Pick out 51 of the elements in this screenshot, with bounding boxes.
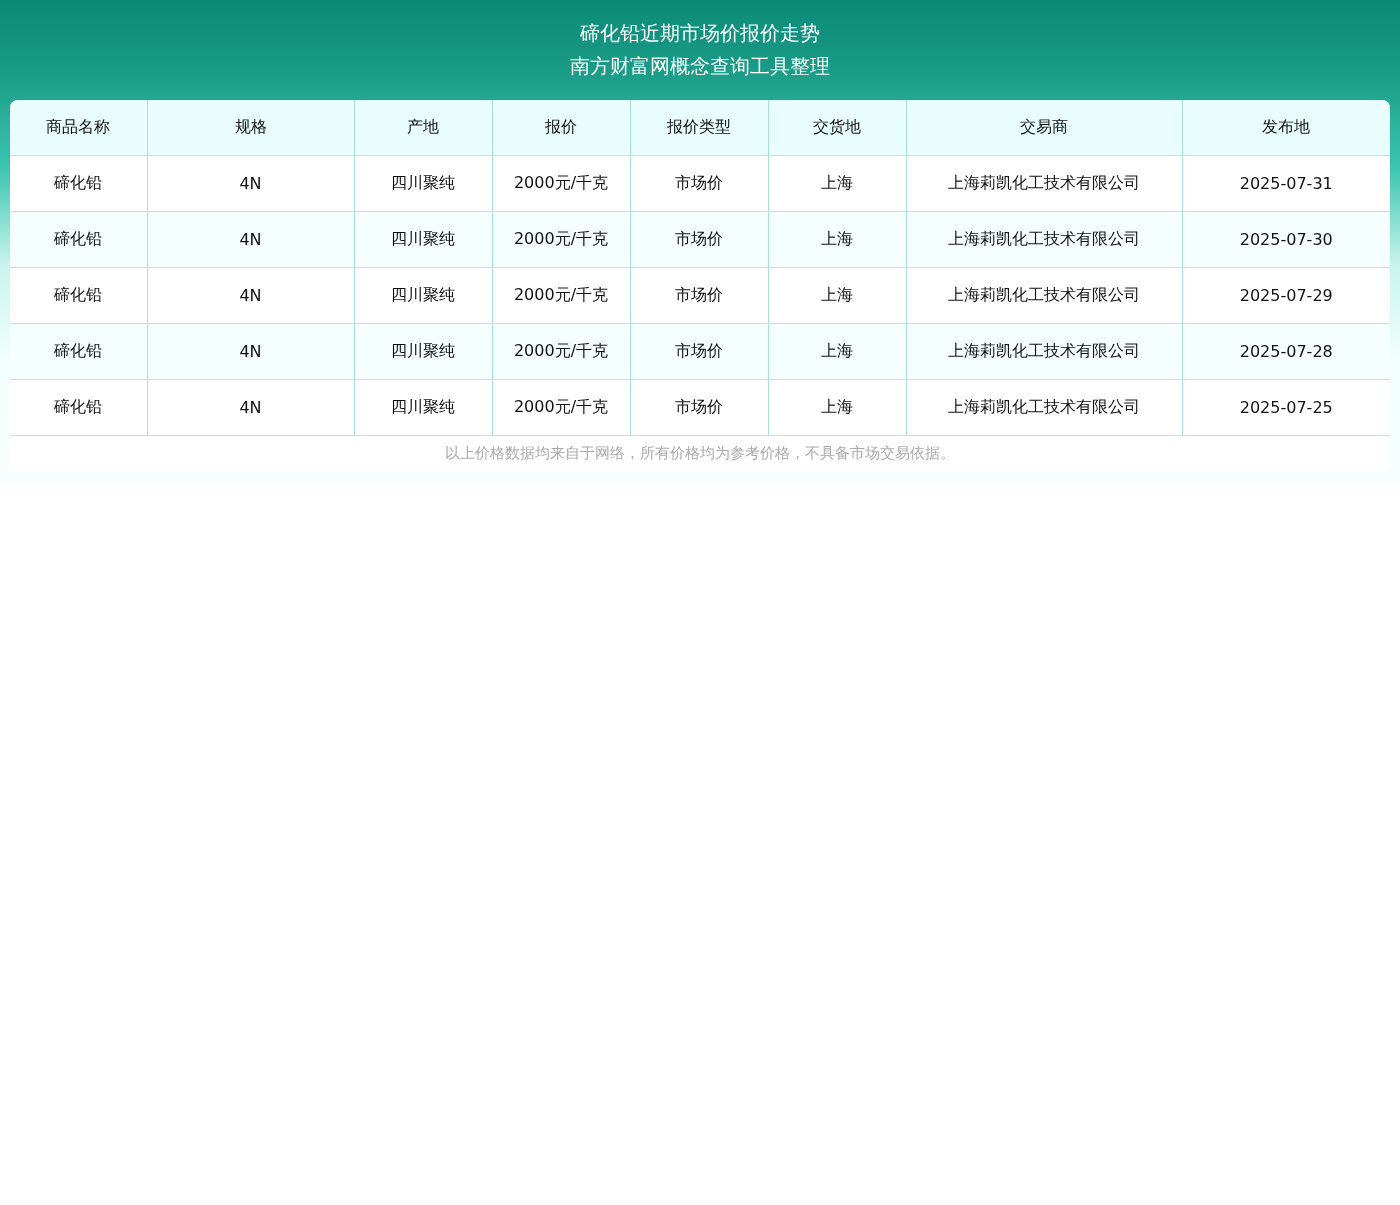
table-cell: 上海 — [768, 323, 906, 380]
table-cell: 上海 — [768, 211, 906, 268]
table-cell: 2000元/千克 — [492, 267, 630, 324]
table-cell: 碲化铅 — [10, 155, 147, 212]
table-cell: 2000元/千克 — [492, 323, 630, 380]
table-cell: 四川聚纯 — [354, 267, 492, 324]
table-cell: 上海 — [768, 267, 906, 324]
table-cell: 2025-07-29 — [1182, 267, 1390, 324]
column-header: 发布地 — [1182, 100, 1390, 156]
page-subtitle: 南方财富网概念查询工具整理 — [570, 53, 830, 80]
column-header: 报价类型 — [630, 100, 768, 156]
table-cell: 4N — [147, 267, 354, 324]
table-cell: 2000元/千克 — [492, 155, 630, 212]
column-header: 商品名称 — [10, 100, 147, 156]
table-cell: 4N — [147, 379, 354, 436]
table-cell: 2025-07-30 — [1182, 211, 1390, 268]
column-header: 报价 — [492, 100, 630, 156]
table-cell: 碲化铅 — [10, 211, 147, 268]
column-header: 交易商 — [906, 100, 1182, 156]
table-cell: 市场价 — [630, 379, 768, 436]
table-cell: 碲化铅 — [10, 323, 147, 380]
table-cell: 上海莉凯化工技术有限公司 — [906, 211, 1182, 268]
table-cell: 上海莉凯化工技术有限公司 — [906, 323, 1182, 380]
table-cell: 碲化铅 — [10, 379, 147, 436]
table-cell: 2000元/千克 — [492, 379, 630, 436]
table-cell: 上海莉凯化工技术有限公司 — [906, 379, 1182, 436]
table-cell: 市场价 — [630, 155, 768, 212]
page-title: 碲化铅近期市场价报价走势 — [580, 20, 820, 47]
table-cell: 四川聚纯 — [354, 323, 492, 380]
table-cell: 2000元/千克 — [492, 211, 630, 268]
table-cell: 市场价 — [630, 211, 768, 268]
table-cell: 上海莉凯化工技术有限公司 — [906, 155, 1182, 212]
table-cell: 4N — [147, 155, 354, 212]
table-cell: 上海 — [768, 379, 906, 436]
table-cell: 4N — [147, 323, 354, 380]
table-cell: 上海 — [768, 155, 906, 212]
table-cell: 市场价 — [630, 323, 768, 380]
column-header: 产地 — [354, 100, 492, 156]
table-cell: 2025-07-31 — [1182, 155, 1390, 212]
table-cell: 2025-07-25 — [1182, 379, 1390, 436]
disclaimer-text: 以上价格数据均来自于网络，所有价格均为参考价格，不具备市场交易依据。 — [444, 443, 956, 464]
table-cell: 四川聚纯 — [354, 211, 492, 268]
table-cell: 碲化铅 — [10, 267, 147, 324]
table-cell: 上海莉凯化工技术有限公司 — [906, 267, 1182, 324]
table-cell: 四川聚纯 — [354, 155, 492, 212]
table-cell: 四川聚纯 — [354, 379, 492, 436]
table-cell: 2025-07-28 — [1182, 323, 1390, 380]
table-cell: 4N — [147, 211, 354, 268]
column-header: 规格 — [147, 100, 354, 156]
column-header: 交货地 — [768, 100, 906, 156]
table-cell: 市场价 — [630, 267, 768, 324]
